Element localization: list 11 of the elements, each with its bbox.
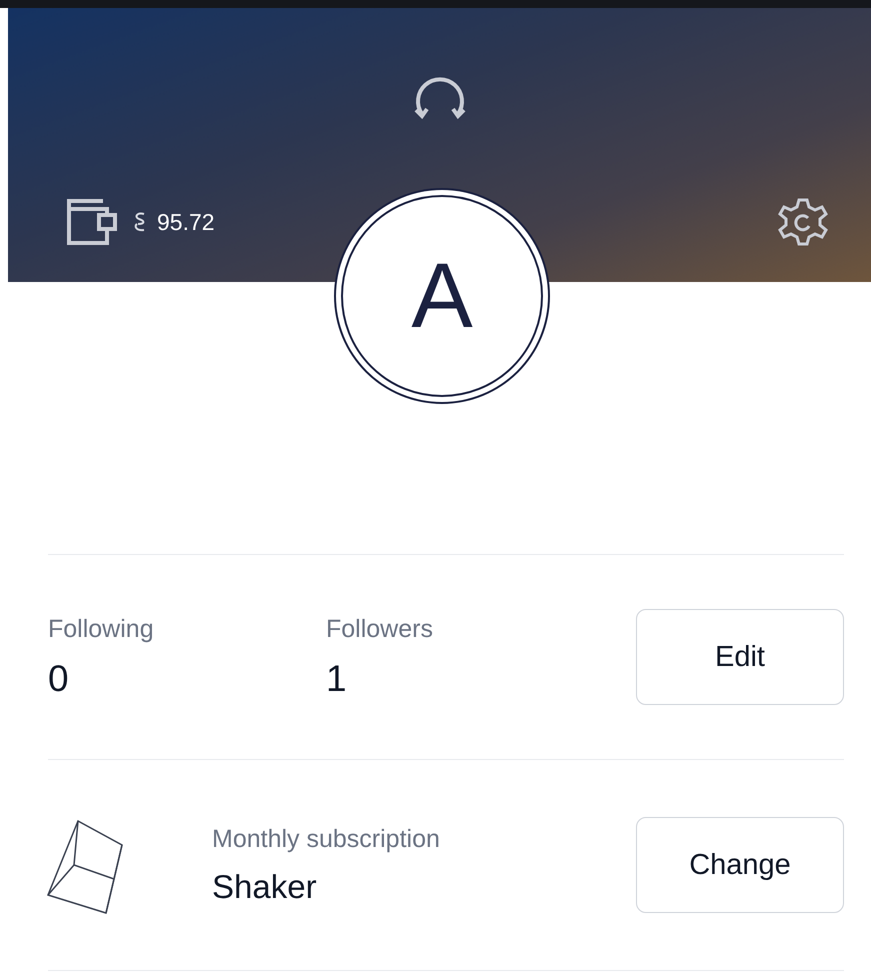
balance-amount: 95.72	[157, 208, 215, 236]
stat-value: 0	[48, 658, 70, 700]
settings-icon[interactable]	[777, 196, 829, 248]
change-button[interactable]: Change	[636, 817, 844, 913]
subscription-label: Monthly subscription	[212, 824, 440, 854]
stat-label: Followers	[326, 614, 434, 644]
plan-name: Shaker	[212, 868, 318, 906]
coin-icon	[133, 211, 147, 233]
edit-button[interactable]: Edit	[636, 609, 844, 705]
stat-label: Following	[48, 614, 155, 644]
stat-value: 1	[326, 658, 348, 700]
